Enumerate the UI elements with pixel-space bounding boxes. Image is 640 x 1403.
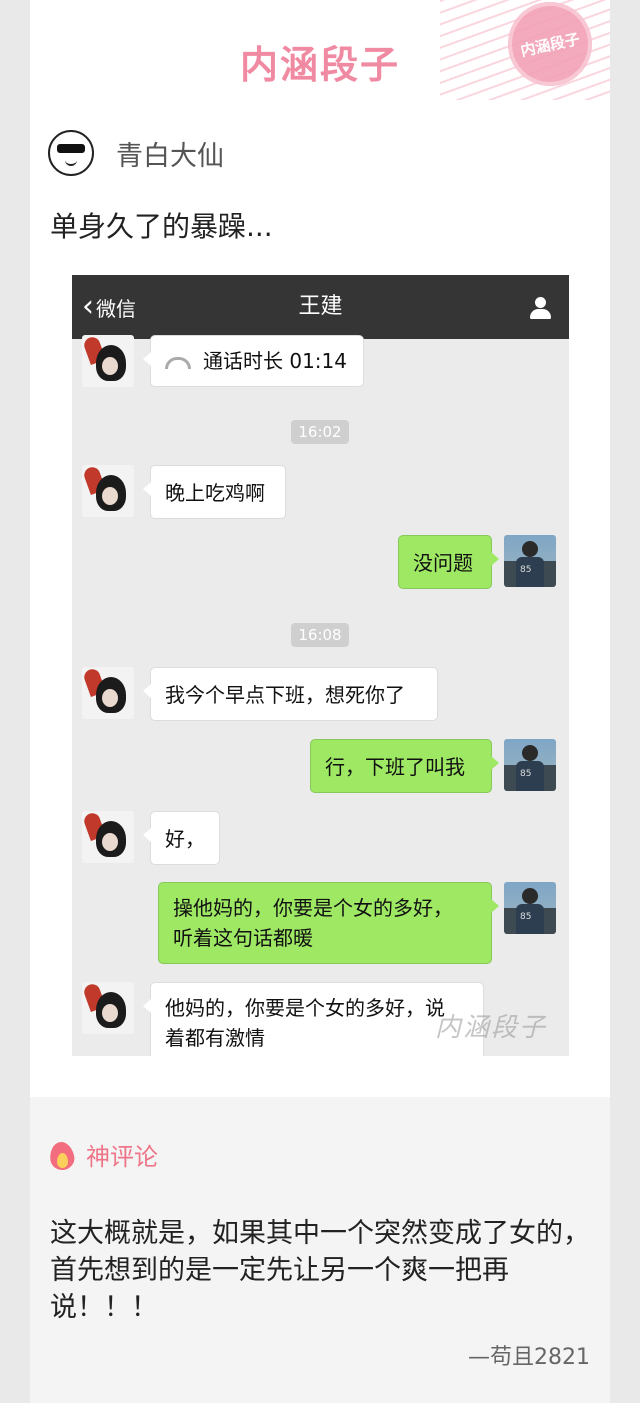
god-comment-title: 神评论 — [86, 1143, 158, 1171]
timestamp: 16:02 — [291, 420, 349, 444]
flame-icon — [48, 1139, 76, 1172]
author-row[interactable]: 青白大仙 — [48, 130, 224, 176]
call-record-bubble[interactable]: 通话时长 01:14 — [143, 335, 364, 387]
contact-avatar[interactable] — [82, 335, 134, 387]
message-bubble[interactable]: 他妈的，你要是个女的多好，说 着都有激情 — [143, 982, 484, 1056]
user-profile-icon[interactable] — [529, 297, 551, 319]
author-name[interactable]: 青白大仙 — [116, 134, 224, 173]
self-avatar[interactable]: 85 — [504, 882, 556, 934]
message-bubble[interactable]: 好， — [143, 811, 220, 865]
message-bubble[interactable]: 没问题 — [398, 535, 499, 589]
god-comment-label: 神评论 — [48, 1137, 158, 1172]
message-bubble[interactable]: 晚上吃鸡啊 — [143, 465, 286, 519]
watermark-text: 内涵段子 — [434, 1013, 547, 1043]
sunglasses-icon — [57, 144, 85, 153]
chat-screenshot: ‹ 微信 王建 通话时长 01:14 16:02 晚上吃鸡啊 没问题 85 16… — [72, 275, 569, 1056]
message-bubble[interactable]: 行，下班了叫我 — [310, 739, 499, 793]
chat-contact-title: 王建 — [298, 294, 343, 319]
comment-text: 这大概就是，如果其中一个突然变成了女的，首先想到的是一定先让另一个爽一把再说！！… — [50, 1218, 590, 1323]
chat-nav-bar: ‹ 微信 王建 — [72, 275, 569, 339]
comment-author[interactable]: —苟且2821 — [468, 1339, 590, 1371]
contact-avatar[interactable] — [82, 982, 134, 1034]
message-bubble[interactable]: 操他妈的，你要是个女的多好， 听着这句话都暖 — [158, 882, 499, 964]
author-avatar[interactable] — [48, 130, 94, 176]
contact-avatar[interactable] — [82, 465, 134, 517]
timestamp: 16:08 — [291, 623, 349, 647]
contact-avatar[interactable] — [82, 811, 134, 863]
self-avatar[interactable]: 85 — [504, 535, 556, 587]
post-title: 单身久了的暴躁... — [50, 210, 273, 243]
message-bubble[interactable]: 我今个早点下班，想死你了 — [143, 667, 438, 721]
avatar-mouth — [65, 160, 77, 166]
call-duration-text: 通话时长 01:14 — [203, 349, 347, 373]
contact-avatar[interactable] — [82, 667, 134, 719]
phone-icon — [165, 356, 191, 369]
self-avatar[interactable]: 85 — [504, 739, 556, 791]
god-comments-section: 神评论 这大概就是，如果其中一个突然变成了女的，首先想到的是一定先让另一个爽一把… — [30, 1097, 610, 1403]
